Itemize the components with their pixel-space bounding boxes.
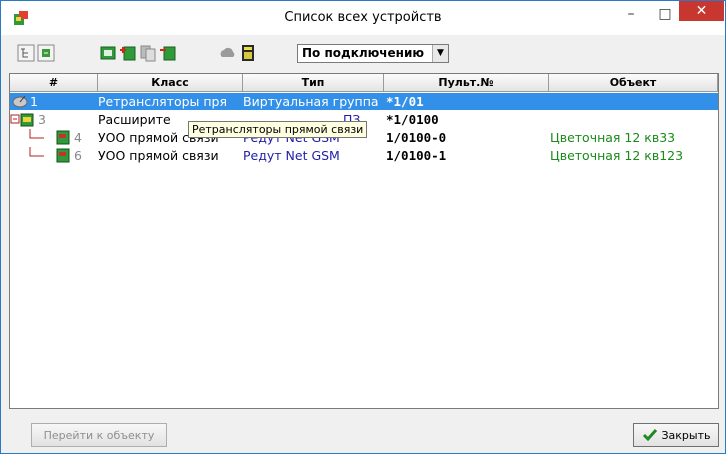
tree-expand-icon[interactable]: [17, 44, 35, 62]
row-pult: *1/01: [386, 94, 424, 109]
table-row[interactable]: 6 УОО прямой связи Редут Net GSM 1/0100-…: [10, 147, 718, 164]
column-header-type[interactable]: Тип: [243, 74, 384, 92]
close-window-button[interactable]: ✕: [679, 1, 724, 21]
close-button[interactable]: Закрыть: [633, 423, 719, 447]
devices-table: # Класс Тип Пульт.№ Объект 1 Ретранслято…: [9, 73, 719, 409]
row-type: Редут Net GSM: [243, 148, 340, 163]
tree-connector-icon: [29, 147, 44, 157]
checkmark-icon: [642, 429, 657, 442]
row-class: УОО прямой связи: [98, 148, 219, 163]
chevron-down-icon[interactable]: ▼: [432, 45, 448, 62]
row-type: Виртуальная группа: [243, 94, 379, 109]
maximize-button[interactable]: □: [649, 1, 681, 27]
satellite-dish-icon: [12, 95, 28, 108]
add-device-icon[interactable]: [99, 44, 117, 62]
row-class: Ретрансляторы пря: [98, 94, 227, 109]
goto-object-button[interactable]: Перейти к объекту: [31, 423, 167, 447]
column-header-class[interactable]: Класс: [98, 74, 243, 92]
device-icon: [56, 130, 70, 145]
table-row[interactable]: 1 Ретрансляторы пря Виртуальная группа *…: [10, 93, 718, 110]
tree-collapse-icon[interactable]: [37, 44, 55, 62]
row-pult: 1/0100-1: [386, 148, 447, 163]
copy-device-icon[interactable]: [139, 44, 157, 62]
row-object: Цветочная 12 кв123: [550, 148, 684, 163]
table-header: # Класс Тип Пульт.№ Объект: [10, 74, 718, 92]
row-object: Цветочная 12 кв33: [550, 130, 676, 145]
remove-device-icon[interactable]: [159, 44, 177, 62]
tree-line-icon: [10, 114, 20, 124]
row-number: 4: [74, 130, 82, 145]
cloud-icon[interactable]: [219, 44, 237, 62]
row-number: 1: [30, 94, 38, 109]
grouping-select-value: По подключению: [302, 46, 425, 60]
close-button-label: Закрыть: [661, 428, 711, 442]
row-pult: *1/0100: [386, 112, 439, 127]
row-number: 6: [74, 148, 82, 163]
grouping-select[interactable]: По подключению ▼: [297, 44, 449, 63]
devices-window: Список всех устройств – □ ✕ По подключен…: [0, 0, 726, 454]
expander-device-icon: [20, 113, 34, 127]
tree-connector-icon: [29, 129, 44, 139]
toolbar: По подключению ▼: [9, 41, 719, 69]
column-header-object[interactable]: Объект: [549, 74, 718, 92]
title-bar: Список всех устройств – □ ✕: [1, 1, 725, 35]
column-header-pult[interactable]: Пульт.№: [384, 74, 549, 92]
row-pult: 1/0100-0: [386, 130, 447, 145]
device-icon: [56, 148, 70, 163]
column-header-number[interactable]: #: [10, 74, 98, 92]
add-green-icon[interactable]: [119, 44, 137, 62]
calculator-icon[interactable]: [239, 44, 257, 62]
class-tooltip: Ретрансляторы прямой связи: [188, 121, 368, 138]
minimize-button[interactable]: –: [615, 1, 647, 27]
row-number: 3: [38, 112, 46, 127]
